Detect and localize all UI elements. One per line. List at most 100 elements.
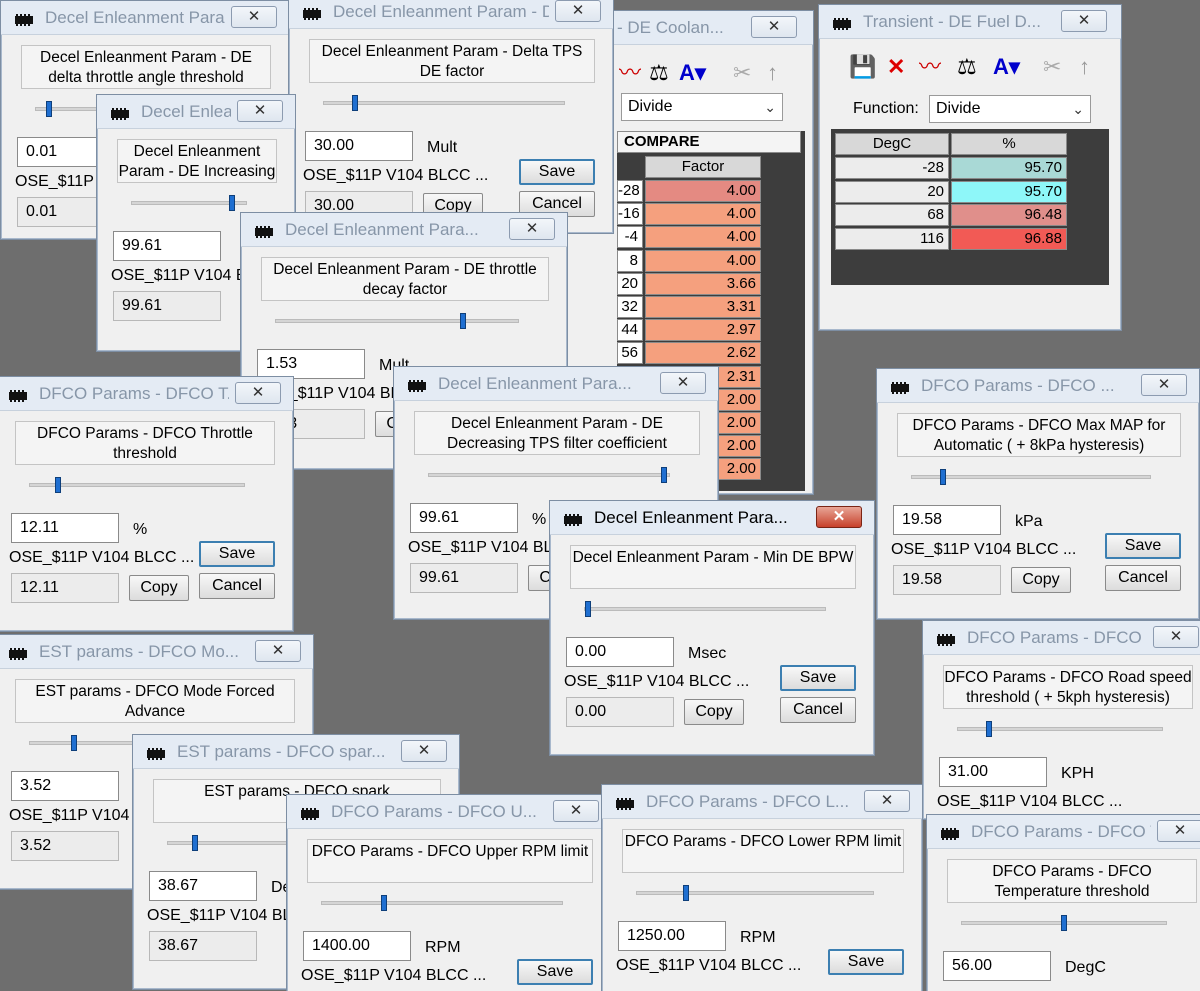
function-select[interactable]: Divide ⌄: [621, 93, 783, 121]
title-bar[interactable]: Decel Enleanment Para... ✕: [394, 367, 718, 401]
value-input[interactable]: 56.00: [943, 951, 1051, 981]
table-row-degc[interactable]: -28: [835, 157, 949, 179]
close-button[interactable]: ✕: [1153, 626, 1199, 648]
graph-icon[interactable]: 〰: [919, 55, 941, 79]
table-row-temp[interactable]: 56: [617, 342, 643, 365]
table-row-temp[interactable]: -28: [617, 180, 643, 202]
table-row-percent[interactable]: 95.70: [951, 180, 1067, 203]
slider-thumb[interactable]: [940, 469, 946, 485]
save-button[interactable]: Save: [1105, 533, 1181, 559]
table-row-temp[interactable]: -16: [617, 203, 643, 226]
value-input[interactable]: 12.11: [11, 513, 119, 543]
table-row-factor[interactable]: 3.66: [645, 272, 761, 295]
title-bar[interactable]: DFCO Params - DFCO R... ✕: [923, 621, 1200, 655]
copy-button[interactable]: Copy: [684, 699, 744, 725]
value-input[interactable]: 19.58: [893, 505, 1001, 535]
slider-thumb[interactable]: [46, 101, 52, 117]
value-input[interactable]: 1.53: [257, 349, 365, 379]
save-button[interactable]: Save: [517, 959, 593, 985]
close-button[interactable]: ✕: [237, 100, 283, 122]
close-button[interactable]: ✕: [255, 640, 301, 662]
table-row-degc[interactable]: 116: [835, 227, 949, 250]
table-row-factor[interactable]: 4.00: [645, 203, 761, 226]
title-bar[interactable]: Decel Enleanment Para... ✕: [241, 213, 567, 247]
close-button[interactable]: ✕: [235, 382, 281, 404]
table-row-factor[interactable]: 3.31: [645, 296, 761, 318]
title-bar[interactable]: DFCO Params - DFCO T... ✕: [927, 815, 1200, 849]
slider-thumb[interactable]: [71, 735, 77, 751]
table-row-factor[interactable]: 2.97: [645, 319, 761, 342]
value-slider[interactable]: [428, 467, 670, 483]
title-bar[interactable]: Decel Enleanment Para... ✕: [550, 501, 874, 535]
save-icon[interactable]: 💾: [849, 55, 876, 79]
arrow-up-icon[interactable]: ↑: [767, 61, 778, 85]
scale-icon[interactable]: ⚖: [957, 55, 977, 79]
value-slider[interactable]: [584, 601, 826, 617]
table-row-percent[interactable]: 96.88: [951, 227, 1067, 250]
slider-thumb[interactable]: [192, 835, 198, 851]
table-row-percent[interactable]: 96.48: [951, 204, 1067, 226]
graph-icon[interactable]: 〰: [619, 61, 641, 85]
scale-icon[interactable]: ⚖: [649, 61, 669, 85]
slider-thumb[interactable]: [1061, 915, 1067, 931]
value-slider[interactable]: [961, 915, 1167, 931]
value-slider[interactable]: [275, 313, 519, 329]
table-row-temp[interactable]: 32: [617, 296, 643, 318]
table-row-temp[interactable]: 8: [617, 249, 643, 272]
table-row-temp[interactable]: 20: [617, 272, 643, 295]
table-row-factor[interactable]: 4.00: [645, 180, 761, 202]
cancel-button[interactable]: Cancel: [1105, 565, 1181, 591]
close-button[interactable]: ✕: [509, 218, 555, 240]
table-row-factor[interactable]: 4.00: [645, 226, 761, 249]
font-color-icon[interactable]: A▾: [679, 61, 706, 85]
close-button[interactable]: ✕: [816, 506, 862, 528]
save-button[interactable]: Save: [828, 949, 904, 975]
delete-icon[interactable]: ✕: [887, 55, 905, 79]
cut-icon[interactable]: ✂: [733, 61, 751, 85]
title-bar[interactable]: DFCO Params - DFCO U... ✕: [287, 795, 611, 829]
cut-icon[interactable]: ✂: [1043, 55, 1061, 79]
close-button[interactable]: ✕: [751, 16, 797, 38]
function-select[interactable]: Divide ⌄: [929, 95, 1091, 123]
close-button[interactable]: ✕: [401, 740, 447, 762]
table-row-degc[interactable]: 68: [835, 204, 949, 226]
table-row-factor[interactable]: 4.00: [645, 249, 761, 272]
title-bar[interactable]: Decel Enleanment Param... ✕: [1, 1, 289, 35]
slider-thumb[interactable]: [460, 313, 466, 329]
title-bar[interactable]: EST params - DFCO spar... ✕: [133, 735, 459, 769]
table-row-temp[interactable]: 44: [617, 319, 643, 342]
close-button[interactable]: ✕: [231, 6, 277, 28]
copy-button[interactable]: Copy: [129, 575, 189, 601]
title-bar[interactable]: Decel Enleanment ✕: [97, 95, 295, 129]
slider-thumb[interactable]: [352, 95, 358, 111]
value-input[interactable]: 3.52: [11, 771, 119, 801]
table-row-factor[interactable]: 2.62: [645, 342, 761, 365]
title-bar[interactable]: DFCO Params - DFCO L... ✕: [602, 785, 922, 819]
title-bar[interactable]: DFCO Params - DFCO T... ✕: [0, 377, 293, 411]
close-button[interactable]: ✕: [1157, 820, 1200, 842]
close-button[interactable]: ✕: [555, 0, 601, 22]
arrow-up-icon[interactable]: ↑: [1079, 55, 1090, 79]
title-bar[interactable]: Decel Enleanment Param - Delta TPS ✕: [289, 0, 613, 29]
save-button[interactable]: Save: [780, 665, 856, 691]
slider-thumb[interactable]: [229, 195, 235, 211]
value-input[interactable]: 31.00: [939, 757, 1047, 787]
slider-thumb[interactable]: [381, 895, 387, 911]
title-bar[interactable]: DFCO Params - DFCO ... ✕: [877, 369, 1199, 403]
table-row-temp[interactable]: -4: [617, 226, 643, 249]
slider-thumb[interactable]: [986, 721, 992, 737]
title-bar[interactable]: Transient - DE Fuel D... ✕: [819, 5, 1121, 39]
value-slider[interactable]: [29, 477, 245, 493]
slider-thumb[interactable]: [55, 477, 61, 493]
save-button[interactable]: Save: [519, 159, 595, 185]
value-input[interactable]: 99.61: [410, 503, 518, 533]
value-input[interactable]: 99.61: [113, 231, 221, 261]
value-slider[interactable]: [957, 721, 1163, 737]
value-input[interactable]: 1400.00: [303, 931, 411, 961]
close-button[interactable]: ✕: [1141, 374, 1187, 396]
value-input[interactable]: 38.67: [149, 871, 257, 901]
copy-button[interactable]: Copy: [1011, 567, 1071, 593]
value-input[interactable]: 1250.00: [618, 921, 726, 951]
close-button[interactable]: ✕: [1061, 10, 1107, 32]
font-color-icon[interactable]: A▾: [993, 55, 1020, 79]
